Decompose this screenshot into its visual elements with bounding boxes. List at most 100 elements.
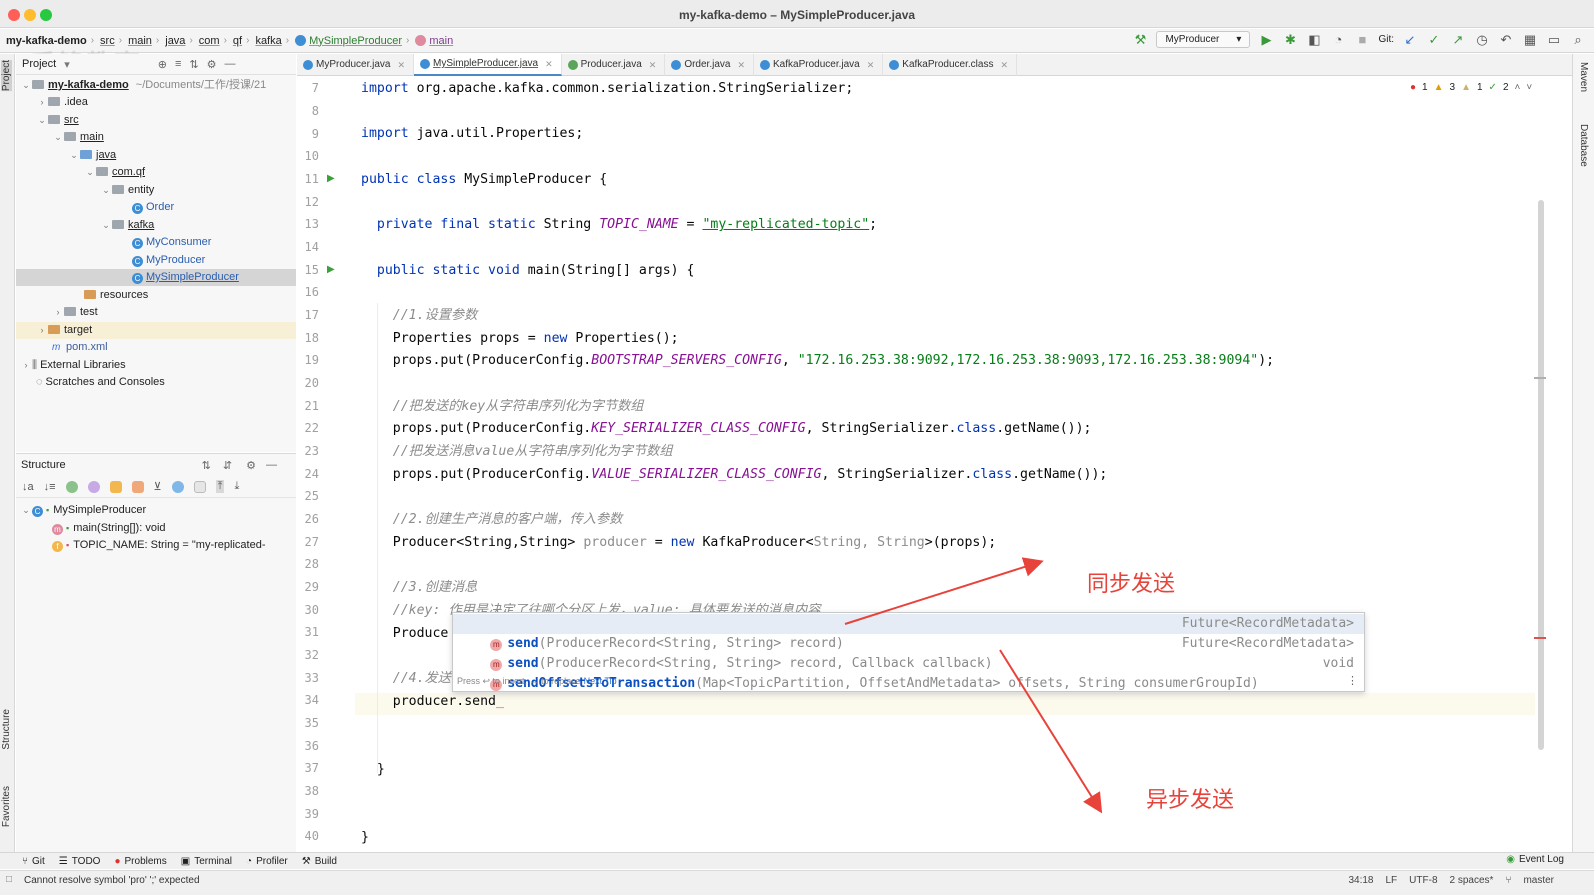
- gear-icon[interactable]: ⚙: [246, 459, 256, 472]
- project-structure-icon[interactable]: ▦: [1522, 32, 1538, 48]
- tree-item-myproducer[interactable]: C MyProducer: [16, 252, 296, 269]
- indent-setting[interactable]: 2 spaces*: [1450, 875, 1494, 886]
- rollback-icon[interactable]: ↶: [1498, 32, 1514, 48]
- chevron-down-icon[interactable]: ▾: [64, 58, 70, 71]
- hide-panel-icon[interactable]: —: [225, 58, 236, 70]
- structure-item-main[interactable]: m ▪ main(String[]): void: [16, 520, 166, 537]
- completion-item[interactable]: m sendOffsetsToTransaction(Map<TopicParti…: [453, 654, 1364, 691]
- maven-tool-tab[interactable]: Maven: [1578, 62, 1589, 92]
- problems-tool-button[interactable]: ● Problems: [114, 856, 166, 867]
- show-inherited-icon[interactable]: [109, 480, 122, 493]
- git-tool-button[interactable]: ⑂ Git: [22, 856, 45, 867]
- structure-item-field[interactable]: f ▪ TOPIC_NAME: String = "my-replicated-: [16, 537, 266, 554]
- tree-item-module[interactable]: ⌄ my-kafka-demo ~/Documents/工作/授课/21: [16, 77, 296, 94]
- tree-item-kafka[interactable]: ⌄ kafka: [16, 217, 296, 234]
- show-lambdas-icon[interactable]: [171, 480, 184, 493]
- git-push-icon[interactable]: ↗: [1450, 32, 1466, 48]
- build-hammer-icon[interactable]: ⚒: [1132, 32, 1148, 48]
- completion-item[interactable]: m send(ProducerRecord<String, String> rec…: [453, 614, 1364, 651]
- git-commit-icon[interactable]: ✓: [1426, 32, 1442, 48]
- tree-item-target[interactable]: › target: [16, 322, 296, 339]
- line-separator[interactable]: LF: [1386, 875, 1398, 886]
- gear-icon[interactable]: ⚙: [207, 58, 217, 71]
- scroll-marker[interactable]: [1534, 377, 1546, 379]
- filter-icon[interactable]: ⊻: [154, 480, 162, 493]
- chevron-right-icon[interactable]: ›: [52, 304, 64, 321]
- collapse-all-icon[interactable]: ⇵: [223, 459, 232, 472]
- profile-icon[interactable]: ◔: [1330, 32, 1346, 47]
- tree-item-test[interactable]: › test: [16, 304, 296, 321]
- run-config-select[interactable]: MyProducer ▾: [1156, 31, 1251, 48]
- show-fields-icon[interactable]: [65, 480, 78, 493]
- close-icon[interactable]: ✕: [649, 54, 657, 76]
- more-options-icon[interactable]: ⋮: [1347, 674, 1358, 687]
- locate-icon[interactable]: ⊕: [158, 58, 167, 71]
- show-anonymous-icon[interactable]: [193, 480, 206, 493]
- tree-item-order[interactable]: C Order: [16, 199, 296, 216]
- tab-order[interactable]: Order.java ✕: [665, 54, 755, 76]
- sort-alpha-icon[interactable]: ↓a: [22, 481, 34, 493]
- close-icon[interactable]: ✕: [867, 54, 875, 76]
- todo-tool-button[interactable]: ☰ TODO: [59, 856, 101, 867]
- close-icon[interactable]: ✕: [1000, 54, 1008, 76]
- debug-bug-icon[interactable]: ✱: [1282, 32, 1298, 48]
- tree-item-mysimpleproducer[interactable]: C MySimpleProducer: [16, 269, 296, 286]
- build-tool-button[interactable]: ⚒ Build: [302, 856, 337, 867]
- error-marker[interactable]: [1534, 637, 1546, 639]
- chevron-down-icon[interactable]: ⌄: [20, 502, 32, 519]
- git-branch[interactable]: master: [1523, 875, 1554, 886]
- history-icon[interactable]: ◷: [1474, 32, 1490, 48]
- profiler-tool-button[interactable]: ◔ Profiler: [246, 856, 288, 867]
- chevron-down-icon[interactable]: ⌄: [68, 147, 80, 164]
- tree-item-external-libraries[interactable]: › ⫼ External Libraries: [16, 357, 296, 374]
- structure-tool-tab[interactable]: Structure: [1, 709, 12, 750]
- tab-kafkaproducer-class[interactable]: KafkaProducer.class ✕: [883, 54, 1017, 76]
- tree-item-main[interactable]: ⌄ main: [16, 129, 296, 146]
- chevron-down-icon[interactable]: ⌄: [20, 77, 32, 94]
- caret-position[interactable]: 34:18: [1348, 875, 1373, 886]
- hide-panel-icon[interactable]: —: [266, 459, 277, 471]
- chevron-right-icon[interactable]: ›: [36, 94, 48, 111]
- breadcrumb-qf[interactable]: qf: [233, 35, 242, 47]
- completion-item[interactable]: m send(ProducerRecord<String, String> rec…: [453, 634, 1364, 671]
- structure-item-class[interactable]: ⌄ C ▪ MySimpleProducer: [16, 502, 146, 519]
- code-editor[interactable]: import org.apache.kafka.common.serializa…: [355, 77, 1535, 852]
- tree-item-idea[interactable]: › .idea: [16, 94, 296, 111]
- run-gutter-icon[interactable]: ▶: [327, 173, 335, 184]
- project-view-select[interactable]: Project: [22, 58, 56, 70]
- status-square-icon[interactable]: □: [6, 874, 12, 885]
- next-tip-link[interactable]: Next Tip: [584, 676, 617, 686]
- collapse-all-icon[interactable]: ≡: [175, 58, 181, 70]
- stop-icon[interactable]: ■: [1354, 32, 1370, 47]
- breadcrumb-com[interactable]: com: [199, 35, 220, 47]
- breadcrumb-kafka[interactable]: kafka: [255, 35, 281, 47]
- tab-mysimpleproducer[interactable]: MySimpleProducer.java ✕: [414, 54, 562, 76]
- project-tool-tab[interactable]: Project: [1, 60, 12, 92]
- chevron-down-icon[interactable]: ⌄: [84, 164, 96, 181]
- event-log-button[interactable]: ◉ Event Log: [1506, 854, 1564, 865]
- chevron-right-icon[interactable]: ›: [20, 357, 32, 374]
- git-update-icon[interactable]: ↙: [1402, 32, 1418, 48]
- file-encoding[interactable]: UTF-8: [1409, 875, 1437, 886]
- chevron-up-icon[interactable]: ˄: [1515, 82, 1521, 93]
- tree-item-pom[interactable]: m pom.xml: [16, 339, 296, 356]
- tree-item-com-qf[interactable]: ⌄ com.qf: [16, 164, 296, 181]
- chevron-down-icon[interactable]: ⌄: [52, 129, 64, 146]
- show-properties-icon[interactable]: [87, 480, 100, 493]
- tree-item-entity[interactable]: ⌄ entity: [16, 182, 296, 199]
- run-gutter-icon[interactable]: ▶: [327, 264, 335, 275]
- close-icon[interactable]: ✕: [737, 54, 745, 76]
- expand-all-icon[interactable]: ⇅: [202, 459, 211, 472]
- favorites-tool-tab[interactable]: Favorites: [1, 786, 12, 827]
- tree-item-java[interactable]: ⌄ java: [16, 147, 296, 164]
- inspection-widget[interactable]: ● 1 ▲ 3 ▲ 1 ✓ 2 ˄ ˅: [1410, 82, 1532, 93]
- coverage-icon[interactable]: ◧: [1306, 32, 1322, 48]
- breadcrumb-class[interactable]: MySimpleProducer: [309, 35, 402, 47]
- breadcrumb-java[interactable]: java: [165, 35, 185, 47]
- tree-item-scratches[interactable]: ◌ Scratches and Consoles: [16, 374, 296, 391]
- autoscroll-from-source-icon[interactable]: ⤓: [234, 480, 239, 493]
- chevron-down-icon[interactable]: ˅: [1526, 82, 1532, 93]
- presentation-icon[interactable]: ▭: [1546, 32, 1562, 48]
- editor-scrollbar[interactable]: [1538, 200, 1544, 750]
- close-icon[interactable]: ✕: [545, 53, 553, 75]
